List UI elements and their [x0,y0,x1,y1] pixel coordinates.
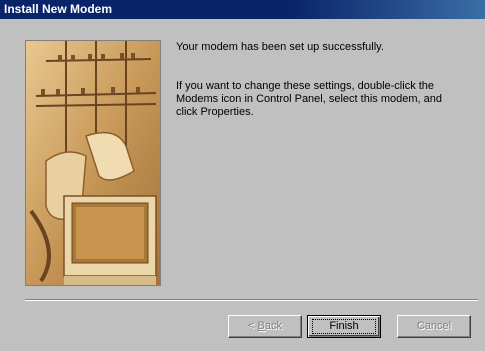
separator [25,299,478,301]
back-button-mnemonic: B [257,320,265,332]
back-button[interactable]: < Back [228,315,302,338]
window-title: Install New Modem [4,2,113,16]
focus-ring [312,319,376,334]
instructions-message: If you want to change these settings, do… [176,80,442,118]
wizard-illustration [25,40,161,286]
success-message: Your modem has been set up successfully. [176,41,384,53]
cancel-button[interactable]: Cancel [397,315,471,338]
back-button-prefix: < [248,320,258,332]
cancel-button-label: Cancel [416,320,452,332]
title-bar[interactable]: Install New Modem [0,0,485,19]
modem-illustration-icon [26,41,160,285]
back-button-rest: ack [264,320,282,332]
finish-button[interactable]: Finish [307,315,381,338]
install-new-modem-dialog: Install New Modem Your modem has been se… [0,0,485,351]
